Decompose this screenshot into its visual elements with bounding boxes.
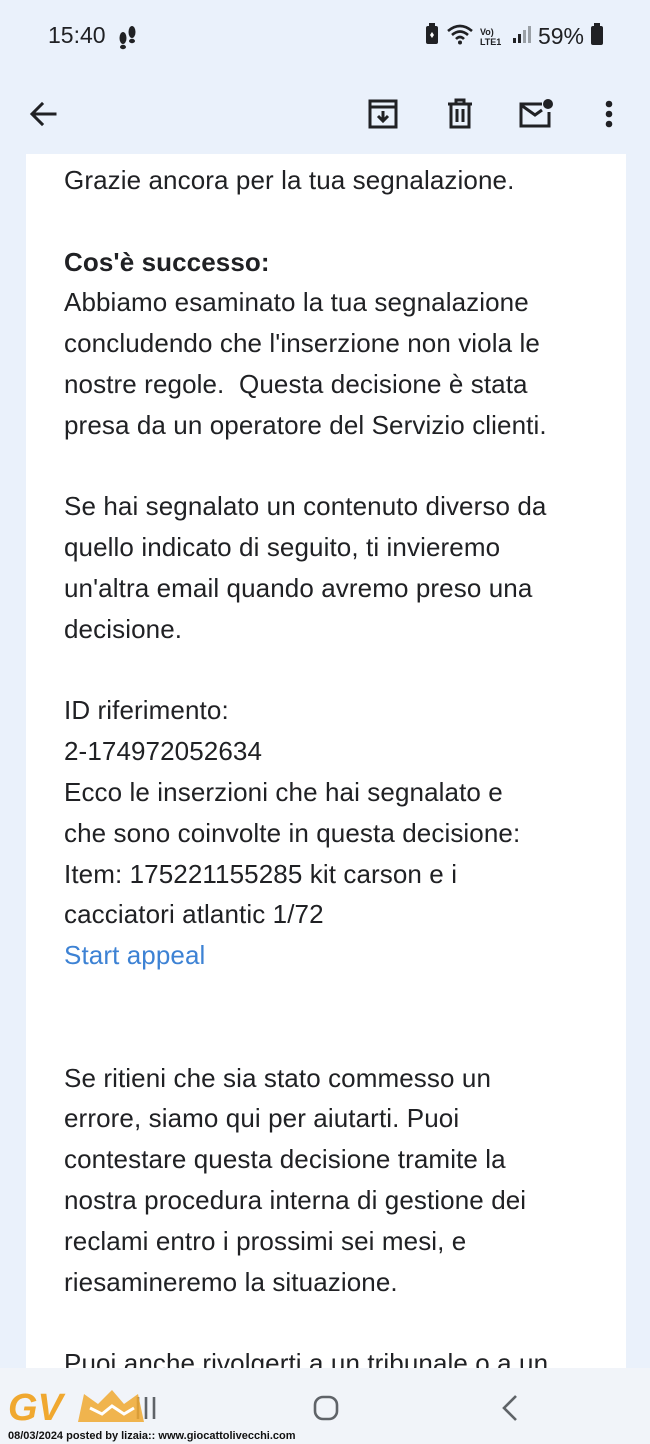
start-appeal-link[interactable]: Start appeal bbox=[64, 940, 205, 970]
battery-percentage: 59% bbox=[537, 23, 584, 49]
archive-icon[interactable] bbox=[355, 86, 411, 142]
volte-icon: Vo) LTE1 bbox=[479, 26, 502, 47]
back-arrow-icon[interactable] bbox=[15, 86, 71, 142]
para3-line: che sono coinvolte in questa decisione: bbox=[64, 817, 521, 848]
email-toolbar bbox=[0, 72, 650, 154]
watermark-logo-text: GV bbox=[8, 1387, 66, 1426]
para4-line: errore, siamo qui per aiutarti. Puoi bbox=[64, 1103, 460, 1134]
reference-label: ID riferimento: bbox=[64, 695, 229, 726]
back-icon[interactable] bbox=[488, 1386, 532, 1430]
para3-line: Item: 175221155285 kit carson e i bbox=[64, 858, 458, 889]
email-body-card: Grazie ancora per la tua segnalazione. C… bbox=[26, 154, 626, 1368]
more-vert-icon[interactable] bbox=[581, 86, 637, 142]
footsteps-icon bbox=[116, 24, 138, 50]
thanks-text: Grazie ancora per la tua segnalazione. bbox=[64, 165, 515, 195]
para4-line: Se ritieni che sia stato commesso un bbox=[64, 1062, 492, 1093]
home-icon[interactable] bbox=[304, 1386, 348, 1430]
para2-line: Se hai segnalato un contenuto diverso da bbox=[64, 491, 547, 522]
para4-line: nostra procedura interna di gestione dei bbox=[64, 1184, 527, 1215]
status-time: 15:40 bbox=[48, 22, 106, 48]
status-bar: 15:40 Vo) LTE1 59% bbox=[0, 0, 650, 72]
para1-line: nostre regole. Questa decisione è stata bbox=[64, 368, 528, 399]
watermark-caption: 08/03/2024 posted by lizaia:: www.giocat… bbox=[8, 1430, 296, 1442]
what-happened-heading: Cos'è successo: bbox=[64, 246, 270, 277]
para2-line: quello indicato di seguito, ti invieremo bbox=[64, 532, 501, 563]
mark-unread-icon[interactable] bbox=[508, 86, 564, 142]
email-body: Grazie ancora per la tua segnalazione. C… bbox=[64, 160, 604, 1368]
para2-line: un'altra email quando avremo preso una bbox=[64, 572, 533, 603]
battery-saver-icon bbox=[424, 22, 440, 51]
para1-line: concludendo che l'inserzione non viola l… bbox=[64, 328, 540, 359]
signal-icon bbox=[512, 24, 532, 49]
battery-icon bbox=[590, 22, 604, 51]
para4-line: riesamineremo la situazione. bbox=[64, 1266, 398, 1297]
para4-line: contestare questa decisione tramite la bbox=[64, 1144, 506, 1175]
delete-icon[interactable] bbox=[432, 86, 488, 142]
para5-partial-line: Puoi anche rivolgerti a un tribunale o a… bbox=[64, 1348, 549, 1368]
para4-line: reclami entro i prossimi sei mesi, e bbox=[64, 1225, 467, 1256]
watermark-logo: GV bbox=[6, 1384, 146, 1429]
para3-line: Ecco le inserzioni che hai segnalato e bbox=[64, 776, 503, 807]
para1-line: Abbiamo esaminato la tua segnalazione bbox=[64, 287, 529, 318]
para2-line: decisione. bbox=[64, 613, 183, 644]
reference-id: 2-174972052634 bbox=[64, 736, 263, 767]
para3-line: cacciatori atlantic 1/72 bbox=[64, 899, 324, 930]
wifi-icon bbox=[446, 23, 474, 50]
para1-line: presa da un operatore del Servizio clien… bbox=[64, 409, 547, 440]
